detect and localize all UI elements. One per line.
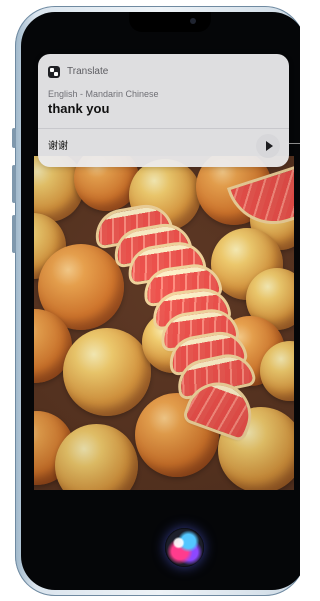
grapefruit-slice-image <box>153 288 229 328</box>
volume-up-button <box>12 165 16 203</box>
front-camera <box>190 18 196 24</box>
fruit-image <box>211 228 283 300</box>
grapefruit-slice-image <box>168 330 246 374</box>
notch <box>129 12 211 32</box>
grapefruit-slice-image <box>176 352 254 398</box>
play-button[interactable] <box>256 134 280 158</box>
language-pair: English - Mandarin Chinese <box>48 89 159 99</box>
grapefruit-slice-image <box>94 203 172 247</box>
fruit-image <box>55 424 138 490</box>
callout-line <box>289 143 300 144</box>
translate-app-name: Translate <box>67 66 109 77</box>
source-text: thank you <box>48 101 110 116</box>
fruit-image <box>34 411 74 485</box>
fruit-image <box>63 328 151 416</box>
screenshot-stage: Translate English - Mandarin Chinese tha… <box>0 0 300 601</box>
play-icon <box>265 141 273 151</box>
fruit-image <box>34 213 66 279</box>
card-divider <box>38 128 289 129</box>
fruit-image <box>135 393 219 477</box>
silent-switch <box>12 128 16 148</box>
translated-text: 谢谢 <box>48 141 68 152</box>
grapefruit-photo <box>34 156 294 490</box>
grapefruit-slice-image <box>161 309 237 349</box>
translate-app-icon <box>48 66 60 78</box>
grapefruit-slice-image <box>185 377 257 439</box>
grapefruit-slice-image <box>128 241 204 283</box>
translate-card-header: Translate <box>48 64 108 80</box>
fruit-image <box>215 316 285 386</box>
fruit-image <box>142 311 204 373</box>
fruit-image <box>38 244 124 330</box>
fruit-image <box>250 190 294 250</box>
volume-down-button <box>12 215 16 253</box>
fruit-image <box>129 159 201 231</box>
translate-card: Translate English - Mandarin Chinese tha… <box>38 54 289 167</box>
fruit-image <box>260 341 294 401</box>
fruit-image <box>246 268 294 330</box>
grapefruit-slice-image <box>113 222 191 266</box>
fruit-image <box>218 407 294 490</box>
grapefruit-half-image <box>230 168 294 233</box>
grapefruit-slice-image <box>144 264 220 304</box>
fruit-image <box>34 309 72 383</box>
siri-icon[interactable] <box>165 528 204 567</box>
